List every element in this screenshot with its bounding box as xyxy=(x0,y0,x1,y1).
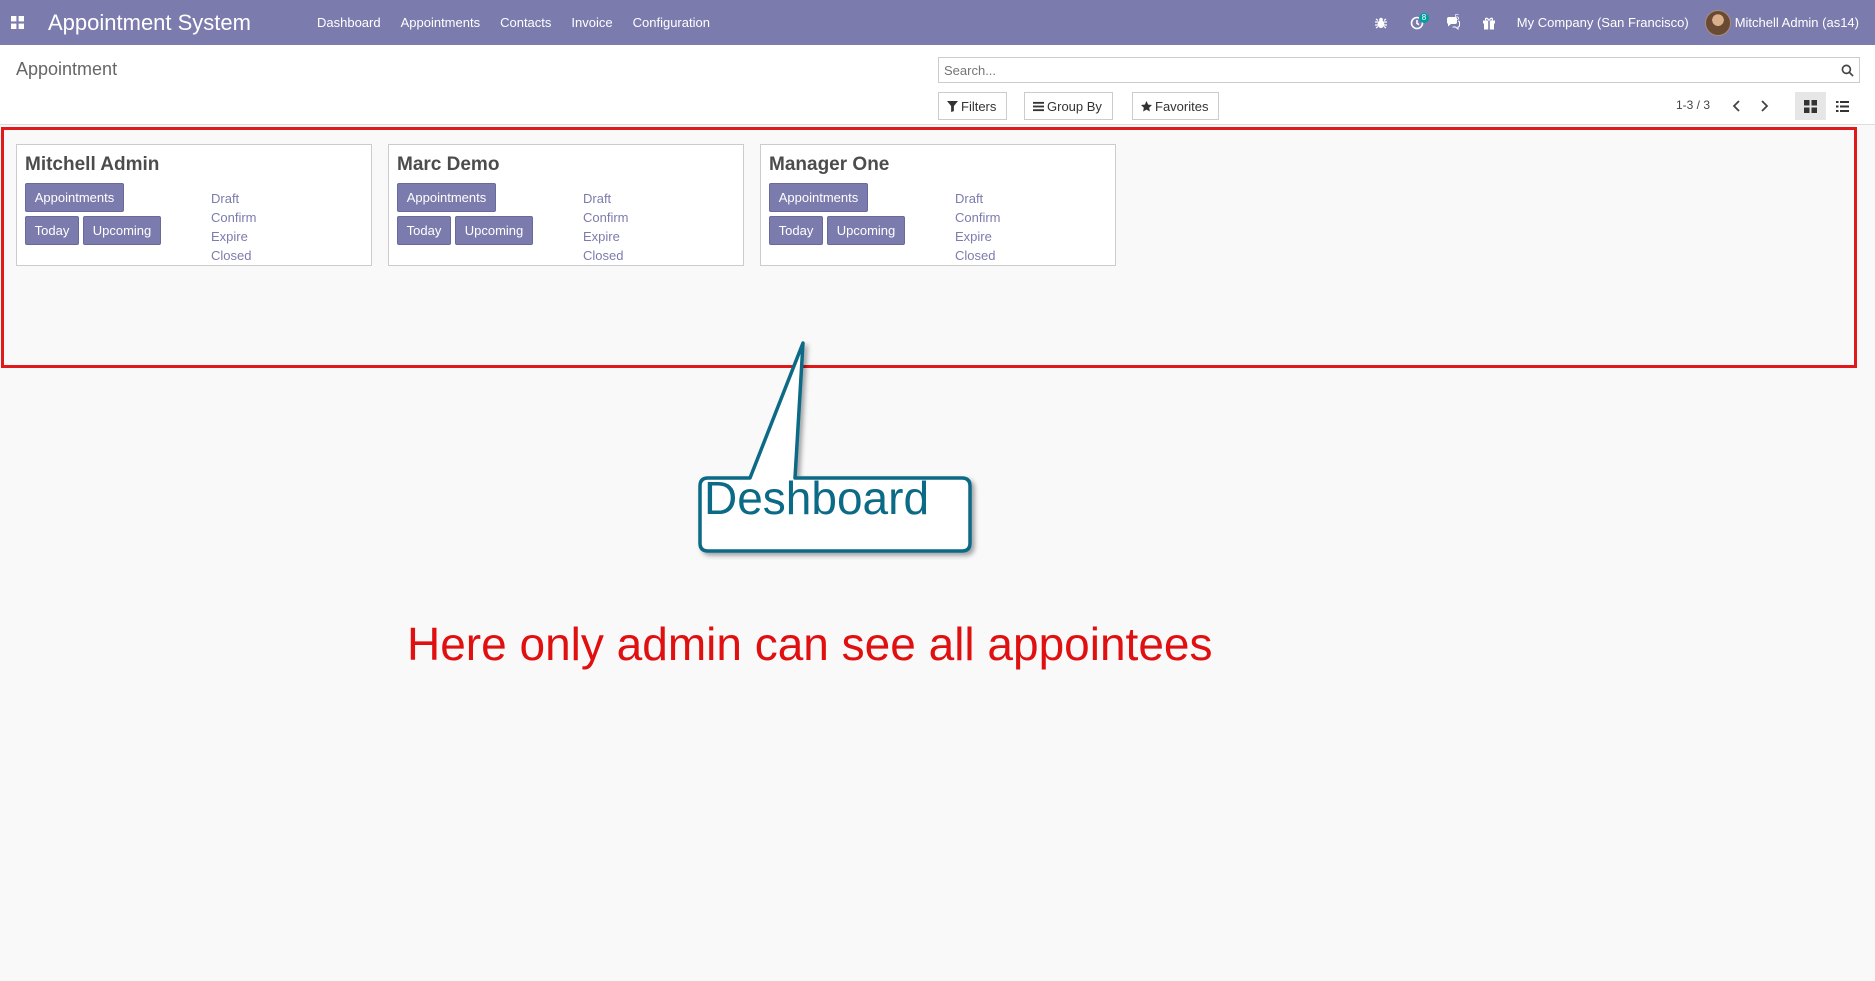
favorites-button[interactable]: Favorites xyxy=(1132,92,1220,120)
activity-clock-icon[interactable]: 8 xyxy=(1399,0,1435,45)
company-switcher[interactable]: My Company (San Francisco) xyxy=(1507,15,1705,30)
annotation-note: Here only admin can see all appointees xyxy=(407,618,1213,670)
menu-invoice[interactable]: Invoice xyxy=(561,0,622,45)
callout-label: Deshboard xyxy=(704,472,930,524)
message-count-badge: 5 xyxy=(1454,13,1460,22)
user-name: Mitchell Admin (as14) xyxy=(1734,15,1859,30)
user-menu[interactable]: Mitchell Admin (as14) xyxy=(1704,9,1859,36)
menu-contacts[interactable]: Contacts xyxy=(490,0,561,45)
top-navbar: Appointment System Dashboard Appointment… xyxy=(0,0,1875,45)
messages-icon[interactable]: 5 xyxy=(1435,0,1471,45)
search-input[interactable] xyxy=(939,58,1835,82)
search-icon[interactable] xyxy=(1835,64,1859,77)
list-view-icon[interactable] xyxy=(1827,92,1858,120)
control-panel: Appointment Filters Group By Favorites 1… xyxy=(0,45,1875,125)
gift-icon[interactable] xyxy=(1471,0,1507,45)
filter-icon xyxy=(947,100,958,112)
avatar xyxy=(1704,9,1731,36)
activity-count-badge: 8 xyxy=(1418,13,1430,23)
menu-configuration[interactable]: Configuration xyxy=(623,0,720,45)
highlight-rectangle xyxy=(1,127,1857,368)
menu-appointments[interactable]: Appointments xyxy=(391,0,491,45)
app-brand[interactable]: Appointment System xyxy=(48,10,251,36)
kanban-view-icon[interactable] xyxy=(1795,92,1826,120)
star-icon xyxy=(1141,100,1152,112)
apps-menu-icon[interactable] xyxy=(2,0,32,45)
list-bars-icon xyxy=(1033,101,1044,111)
search-bar xyxy=(938,57,1860,83)
group-by-button[interactable]: Group By xyxy=(1024,92,1113,120)
pager-value[interactable]: 1-3 / 3 xyxy=(1676,98,1710,112)
navbar-systray: 8 5 My Company (San Francisco) Mitchell … xyxy=(1363,0,1875,45)
filters-label: Filters xyxy=(961,98,997,114)
filters-button[interactable]: Filters xyxy=(938,92,1008,120)
debug-icon[interactable] xyxy=(1363,0,1399,45)
main-menu: Dashboard Appointments Contacts Invoice … xyxy=(307,0,720,45)
pager-next-icon[interactable] xyxy=(1754,94,1774,118)
breadcrumb[interactable]: Appointment xyxy=(16,59,117,80)
pager-previous-icon[interactable] xyxy=(1726,94,1746,118)
group-by-label: Group By xyxy=(1047,98,1102,114)
favorites-label: Favorites xyxy=(1155,98,1209,114)
menu-dashboard[interactable]: Dashboard xyxy=(307,0,391,45)
